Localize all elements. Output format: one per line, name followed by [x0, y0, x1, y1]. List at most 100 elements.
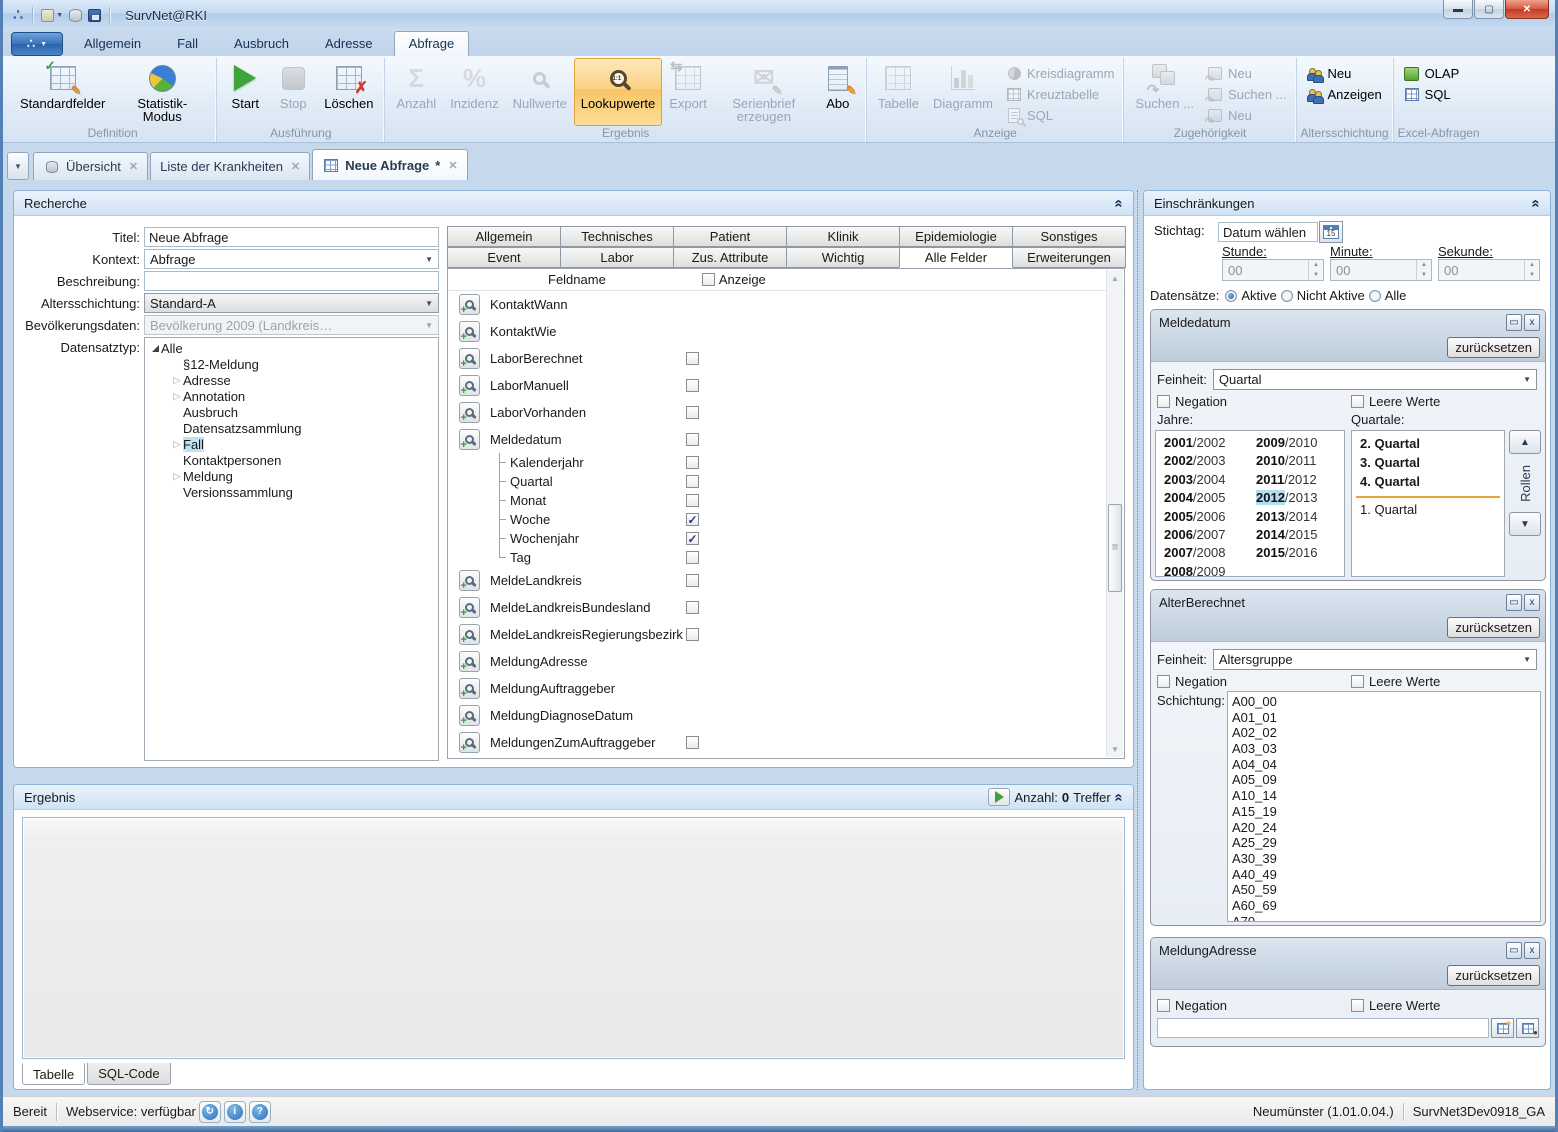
tree-item-fall[interactable]: ▷Fall [145, 436, 438, 452]
ribbon-button-neu[interactable]: Neu [1301, 63, 1387, 84]
anzeige-checkbox-tag[interactable] [686, 551, 699, 564]
field-list-scrollbar[interactable]: ▲ ▼ [1106, 270, 1123, 757]
adresse-search-button[interactable]: ● [1516, 1018, 1539, 1038]
anzeige-checkbox-meldedatum[interactable] [686, 433, 699, 446]
anzeige-checkbox-laborvorhanden[interactable] [686, 406, 699, 419]
tree-expander-icon[interactable]: ▷ [171, 391, 183, 402]
scroll-down-icon[interactable]: ▼ [1107, 741, 1123, 757]
ribbon-button-anzeigen[interactable]: Anzeigen [1301, 84, 1387, 105]
refresh-button[interactable]: ↻ [199, 1101, 221, 1123]
beschreibung-input[interactable] [144, 271, 439, 291]
lookup-values-button[interactable]: + [459, 348, 480, 369]
year-item-2004-2005[interactable]: 2004/2005 [1156, 490, 1248, 508]
ribbon-button-kreuztabelle[interactable]: Kreuztabelle [1000, 84, 1119, 105]
lookup-values-button[interactable]: + [459, 678, 480, 699]
year-item-2015-2016[interactable]: 2015/2016 [1248, 545, 1340, 563]
quartal-item-3-quartal[interactable]: 3. Quartal [1352, 455, 1504, 474]
tree-expander-icon[interactable]: ▷ [171, 439, 183, 450]
year-item-2006-2007[interactable]: 2006/2007 [1156, 527, 1248, 545]
section-close-button[interactable]: x [1524, 942, 1540, 959]
titel-input[interactable] [144, 227, 439, 247]
leere-werte-checkbox[interactable] [1351, 675, 1364, 688]
section-minimize-button[interactable]: ▭ [1506, 594, 1522, 611]
schichtung-item-a15-19[interactable]: A15_19 [1228, 804, 1540, 820]
tree-item-versionssammlung[interactable]: Versionssammlung [145, 484, 438, 500]
year-item-2010-2011[interactable]: 2010/2011 [1248, 453, 1340, 471]
schichtung-listbox[interactable]: A00_00A01_01A02_02A03_03A04_04A05_09A10_… [1227, 691, 1541, 922]
year-item-2001-2002[interactable]: 2001/2002 [1156, 435, 1248, 453]
quartal-item-1-quartal[interactable]: 1. Quartal [1352, 502, 1504, 521]
schichtung-item-a05-09[interactable]: A05_09 [1228, 772, 1540, 788]
minimize-button[interactable]: ▬ [1443, 0, 1473, 19]
field-tab-zus-attribute[interactable]: Zus. Attribute [673, 247, 787, 268]
lookup-values-button[interactable]: + [459, 321, 480, 342]
time-spinner-sekunde[interactable]: 00▲▼ [1438, 259, 1540, 281]
ribbon-button-suchen[interactable]: ↷Suchen ... [1128, 58, 1201, 126]
vertical-splitter[interactable] [1137, 190, 1138, 1090]
spin-down-icon[interactable]: ▼ [1309, 270, 1323, 280]
lookup-values-button[interactable]: + [459, 429, 480, 450]
ribbon-button-kreisdiagramm[interactable]: Kreisdiagramm [1000, 63, 1119, 84]
spin-up-icon[interactable]: ▲ [1525, 260, 1539, 270]
ribbon-button-abo[interactable]: ✎Abo [814, 58, 862, 126]
section-close-button[interactable]: x [1524, 594, 1540, 611]
ribbon-button-neu[interactable]: ↷Neu [1201, 105, 1292, 126]
schichtung-item-a04-04[interactable]: A04_04 [1228, 757, 1540, 773]
ribbon-button-olap[interactable]: OLAP [1398, 63, 1465, 84]
anzeige-checkbox-quartal[interactable] [686, 475, 699, 488]
ribbon-button-export[interactable]: ⇆Export [662, 58, 714, 126]
tree-expander-icon[interactable]: ▷ [171, 375, 183, 386]
lookup-values-button[interactable]: + [459, 294, 480, 315]
lookup-values-button[interactable]: + [459, 375, 480, 396]
ribbon-button-statistik-modus[interactable]: Statistik-Modus [112, 58, 212, 126]
tree-item-annotation[interactable]: ▷Annotation [145, 388, 438, 404]
doc-tab-liste-der-krankheiten[interactable]: Liste der Krankheiten✕ [150, 152, 310, 180]
spin-down-icon[interactable]: ▼ [1417, 270, 1431, 280]
year-item-2002-2003[interactable]: 2002/2003 [1156, 453, 1248, 471]
calendar-picker-button[interactable]: 15 [1319, 221, 1343, 243]
lookup-values-button[interactable]: + [459, 402, 480, 423]
ribbon-tab-adresse[interactable]: Adresse [310, 31, 388, 56]
field-tab-technisches[interactable]: Technisches [560, 226, 674, 247]
anzeige-header-checkbox[interactable] [702, 273, 715, 286]
tree-expander-icon[interactable]: ▷ [171, 471, 183, 482]
datensaetze-radio-alle[interactable] [1369, 290, 1381, 302]
ergebnis-tab-sql-code[interactable]: SQL-Code [87, 1063, 170, 1085]
ribbon-tab-ausbruch[interactable]: Ausbruch [219, 31, 304, 56]
time-spinner-stunde[interactable]: 00▲▼ [1222, 259, 1324, 281]
ribbon-tab-allgemein[interactable]: Allgemein [69, 31, 156, 56]
ribbon-button-standardfelder[interactable]: ✓✎Standardfelder [13, 58, 112, 126]
ribbon-button-tabelle[interactable]: Tabelle [871, 58, 926, 126]
jahre-listbox[interactable]: 2001/20022009/20102002/20032010/20112003… [1155, 430, 1345, 577]
field-tab-erweiterungen[interactable]: Erweiterungen [1012, 247, 1126, 268]
ribbon-tab-fall[interactable]: Fall [162, 31, 213, 56]
datensaetze-radio-aktive[interactable] [1225, 290, 1237, 302]
lookup-values-button[interactable]: + [459, 570, 480, 591]
year-item-2007-2008[interactable]: 2007/2008 [1156, 545, 1248, 563]
ribbon-button-sql[interactable]: SQL [1000, 105, 1119, 126]
negation-checkbox[interactable] [1157, 999, 1170, 1012]
year-item-2009-2010[interactable]: 2009/2010 [1248, 435, 1340, 453]
schichtung-item-a20-24[interactable]: A20_24 [1228, 820, 1540, 836]
ribbon-button-nullwerte[interactable]: Nullwerte [506, 58, 574, 126]
section-minimize-button[interactable]: ▭ [1506, 942, 1522, 959]
ribbon-button-start[interactable]: Start [221, 58, 269, 126]
schichtung-item-a50-59[interactable]: A50_59 [1228, 882, 1540, 898]
anzeige-checkbox-wochenjahr[interactable] [686, 532, 699, 545]
schichtung-item-a25-29[interactable]: A25_29 [1228, 835, 1540, 851]
collapse-icon[interactable]: « [1111, 793, 1126, 801]
ribbon-button-sql[interactable]: SQL [1398, 84, 1465, 105]
ribbon-button-lookupwerte[interactable]: 1:1Lookupwerte [574, 58, 662, 126]
schichtung-item-a00-00[interactable]: A00_00 [1228, 694, 1540, 710]
doc-tab-übersicht[interactable]: Übersicht✕ [33, 152, 148, 180]
scroll-up-icon[interactable]: ▲ [1107, 270, 1123, 286]
negation-checkbox[interactable] [1157, 395, 1170, 408]
help-button[interactable]: ? [249, 1101, 271, 1123]
year-item-2003-2004[interactable]: 2003/2004 [1156, 472, 1248, 490]
spin-up-icon[interactable]: ▲ [1417, 260, 1431, 270]
field-tab-sonstiges[interactable]: Sonstiges [1012, 226, 1126, 247]
tree-item-12-meldung[interactable]: §12-Meldung [145, 356, 438, 372]
tree-item-kontaktpersonen[interactable]: Kontaktpersonen [145, 452, 438, 468]
field-tab-event[interactable]: Event [447, 247, 561, 268]
ribbon-tab-abfrage[interactable]: Abfrage [394, 31, 470, 56]
